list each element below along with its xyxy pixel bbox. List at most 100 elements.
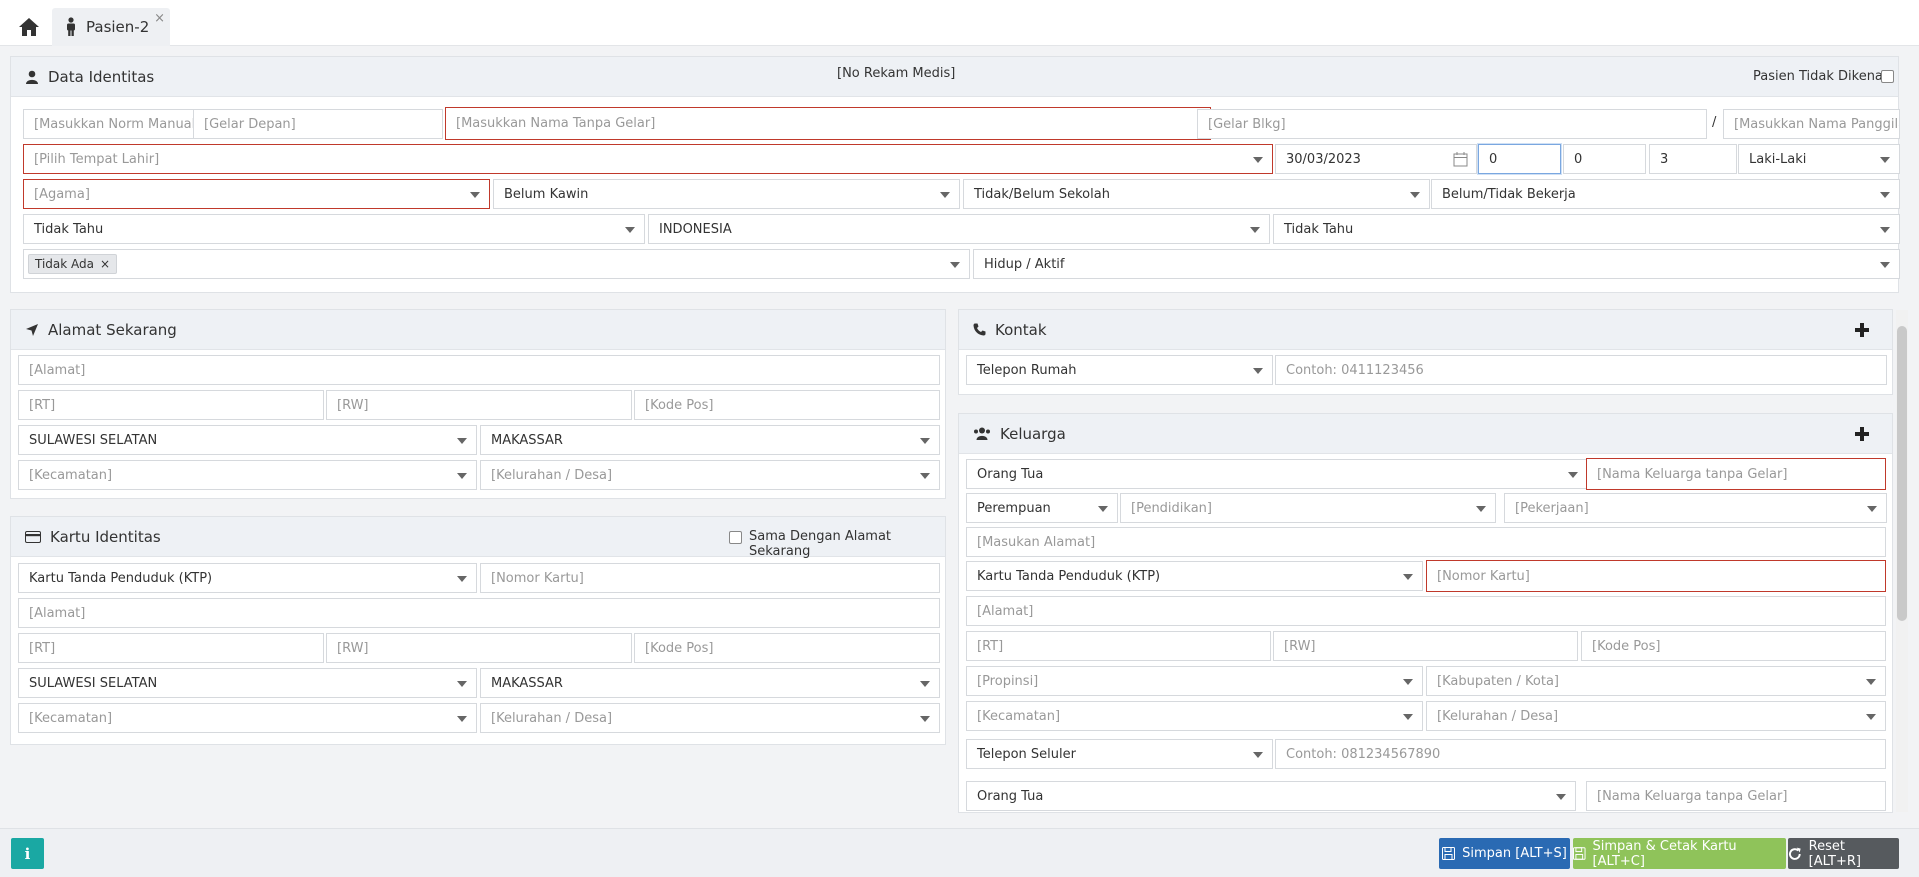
umur-tahun-input[interactable]: 0 (1478, 144, 1561, 174)
status-pasien-select[interactable]: Hidup / Aktif (973, 249, 1900, 279)
home-icon (19, 18, 39, 36)
kewarganegaraan-select[interactable]: INDONESIA (648, 214, 1270, 244)
kartu-kota-select[interactable]: MAKASSAR (480, 668, 940, 698)
chevron-down-icon (457, 716, 467, 722)
chevron-down-icon (1866, 714, 1876, 720)
keluarga-alamat-input[interactable]: [Alamat] (966, 596, 1886, 626)
add-kontak-button[interactable] (1852, 320, 1872, 340)
kelurahan-select[interactable]: [Kelurahan / Desa] (480, 460, 940, 490)
identitas-panel: Data Identitas [No Rekam Medis] Pasien T… (10, 56, 1900, 293)
calendar-icon[interactable] (1453, 152, 1468, 167)
alamat-panel: Alamat Sekarang [Alamat] [RT] [RW] [Kode… (10, 309, 946, 499)
chevron-down-icon (1880, 192, 1890, 198)
keluarga-kelurahan-select[interactable]: [Kelurahan / Desa] (1426, 701, 1886, 731)
tab-bar: Pasien-2 × (0, 0, 1919, 46)
norm-manual-input[interactable]: [Masukkan Norm Manual] (23, 109, 200, 139)
umur-bulan-input[interactable]: 0 (1563, 144, 1646, 174)
gelar-depan-input[interactable]: [Gelar Depan] (193, 109, 443, 139)
kota-select[interactable]: MAKASSAR (480, 425, 940, 455)
kartu-provinsi-select[interactable]: SULAWESI SELATAN (18, 668, 477, 698)
umur-hari-input[interactable]: 3 (1649, 144, 1737, 174)
tab-label: Pasien-2 (86, 18, 150, 36)
keluarga-telepon-jenis-select[interactable]: Telepon Seluler (966, 739, 1273, 769)
tab-close-button[interactable]: × (154, 11, 165, 26)
agama-select[interactable]: [Agama] (23, 179, 490, 209)
nama-panggilan-input[interactable]: [Masukkan Nama Panggilan] (1723, 109, 1900, 139)
keluarga-kecamatan-select[interactable]: [Kecamatan] (966, 701, 1423, 731)
chevron-down-icon (1253, 368, 1263, 374)
chevron-down-icon (1867, 506, 1877, 512)
tab-pasien-2[interactable]: Pasien-2 × (52, 8, 170, 46)
status-kawin-select[interactable]: Belum Kawin (493, 179, 960, 209)
chevron-down-icon (940, 192, 950, 198)
keluarga-jenis-kartu-select[interactable]: Kartu Tanda Penduduk (KTP) (966, 561, 1423, 591)
kontak-panel: Kontak Telepon Rumah Contoh: 0411123456 (958, 309, 1893, 395)
keluarga-kabupaten-select[interactable]: [Kabupaten / Kota] (1426, 666, 1886, 696)
keluarga-telepon-input[interactable]: Contoh: 081234567890 (1275, 739, 1886, 769)
tag-chip: Tidak Ada × (28, 254, 118, 274)
jenis-kelamin-select[interactable]: Laki-Laki (1738, 144, 1900, 174)
save-print-label: Simpan & Cetak Kartu [ALT+C] (1592, 838, 1737, 869)
tag-remove-button[interactable]: × (100, 257, 110, 271)
suku-select[interactable]: Tidak Tahu (1273, 214, 1900, 244)
keluarga-masukan-alamat-input[interactable]: [Masukan Alamat] (966, 527, 1886, 557)
chevron-down-icon (1880, 157, 1890, 163)
tempat-lahir-select[interactable]: [Pilih Tempat Lahir] (23, 144, 1273, 174)
keluarga-pendidikan-select[interactable]: [Pendidikan] (1120, 493, 1496, 523)
kartu-alamat-input[interactable]: [Alamat] (18, 598, 940, 628)
rw-input[interactable]: [RW] (326, 390, 632, 420)
gelar-belakang-input[interactable]: [Gelar Blkg] (1197, 109, 1707, 139)
keluarga-pekerjaan-select[interactable]: [Pekerjaan] (1504, 493, 1887, 523)
kartu-kelurahan-select[interactable]: [Kelurahan / Desa] (480, 703, 940, 733)
chevron-down-icon (1250, 227, 1260, 233)
golongan-darah-select[interactable]: Tidak Tahu (23, 214, 645, 244)
keluarga-title: Keluarga (1000, 424, 1066, 443)
tag-multiselect[interactable]: Tidak Ada × (23, 249, 970, 279)
keluarga-rw-input[interactable]: [RW] (1273, 631, 1578, 661)
nomor-kartu-input[interactable]: [Nomor Kartu] (480, 563, 940, 593)
hubungan-keluarga-2-select[interactable]: Orang Tua (966, 781, 1576, 811)
tanggal-lahir-input[interactable]: 30/03/2023 (1275, 144, 1477, 174)
scrollbar-thumb[interactable] (1897, 326, 1907, 621)
chevron-down-icon (457, 473, 467, 479)
nama-input[interactable]: [Masukkan Nama Tanpa Gelar] (445, 107, 1211, 140)
kartu-rt-input[interactable]: [RT] (18, 633, 324, 663)
kartu-kecamatan-select[interactable]: [Kecamatan] (18, 703, 477, 733)
reset-button[interactable]: Reset [ALT+R] (1788, 838, 1899, 869)
info-button[interactable]: i (11, 838, 44, 869)
refresh-icon (1789, 847, 1801, 860)
kartu-rw-input[interactable]: [RW] (326, 633, 632, 663)
add-keluarga-button[interactable] (1852, 424, 1872, 444)
home-button[interactable] (10, 8, 48, 46)
provinsi-select[interactable]: SULAWESI SELATAN (18, 425, 477, 455)
nomor-kontak-input[interactable]: Contoh: 0411123456 (1275, 355, 1887, 385)
keluarga-kode-pos-input[interactable]: [Kode Pos] (1581, 631, 1886, 661)
kartu-kode-pos-input[interactable]: [Kode Pos] (634, 633, 940, 663)
pekerjaan-select[interactable]: Belum/Tidak Bekerja (1431, 179, 1900, 209)
sama-alamat-checkbox[interactable] (729, 531, 742, 544)
pasien-tidak-dikenal-checkbox[interactable] (1881, 70, 1894, 83)
keluarga-provinsi-select[interactable]: [Propinsi] (966, 666, 1423, 696)
chevron-down-icon (920, 716, 930, 722)
chevron-down-icon (920, 681, 930, 687)
kecamatan-select[interactable]: [Kecamatan] (18, 460, 477, 490)
kartu-header: Kartu Identitas Sama Dengan Alamat Sekar… (11, 517, 945, 559)
pendidikan-select[interactable]: Tidak/Belum Sekolah (963, 179, 1430, 209)
nama-keluarga-2-input[interactable]: [Nama Keluarga tanpa Gelar] (1586, 781, 1886, 811)
jenis-kartu-select[interactable]: Kartu Tanda Penduduk (KTP) (18, 563, 477, 593)
hubungan-keluarga-select[interactable]: Orang Tua (966, 459, 1588, 489)
alamat-input[interactable]: [Alamat] (18, 355, 940, 385)
keluarga-jk-select[interactable]: Perempuan (966, 493, 1118, 523)
save-print-button[interactable]: Simpan & Cetak Kartu [ALT+C] (1573, 838, 1786, 869)
kode-pos-input[interactable]: [Kode Pos] (634, 390, 940, 420)
no-rekam-medis: [No Rekam Medis] (837, 66, 956, 81)
footer-bar: i Simpan [ALT+S] Simpan & Cetak Kartu [A… (0, 828, 1919, 877)
keluarga-nomor-kartu-input[interactable]: [Nomor Kartu] (1426, 560, 1886, 592)
jenis-kontak-select[interactable]: Telepon Rumah (966, 355, 1273, 385)
nama-keluarga-input[interactable]: [Nama Keluarga tanpa Gelar] (1586, 458, 1886, 490)
rt-input[interactable]: [RT] (18, 390, 324, 420)
save-label: Simpan [ALT+S] (1462, 846, 1567, 861)
save-button[interactable]: Simpan [ALT+S] (1439, 838, 1570, 869)
keluarga-rt-input[interactable]: [RT] (966, 631, 1271, 661)
chevron-down-icon (1880, 227, 1890, 233)
